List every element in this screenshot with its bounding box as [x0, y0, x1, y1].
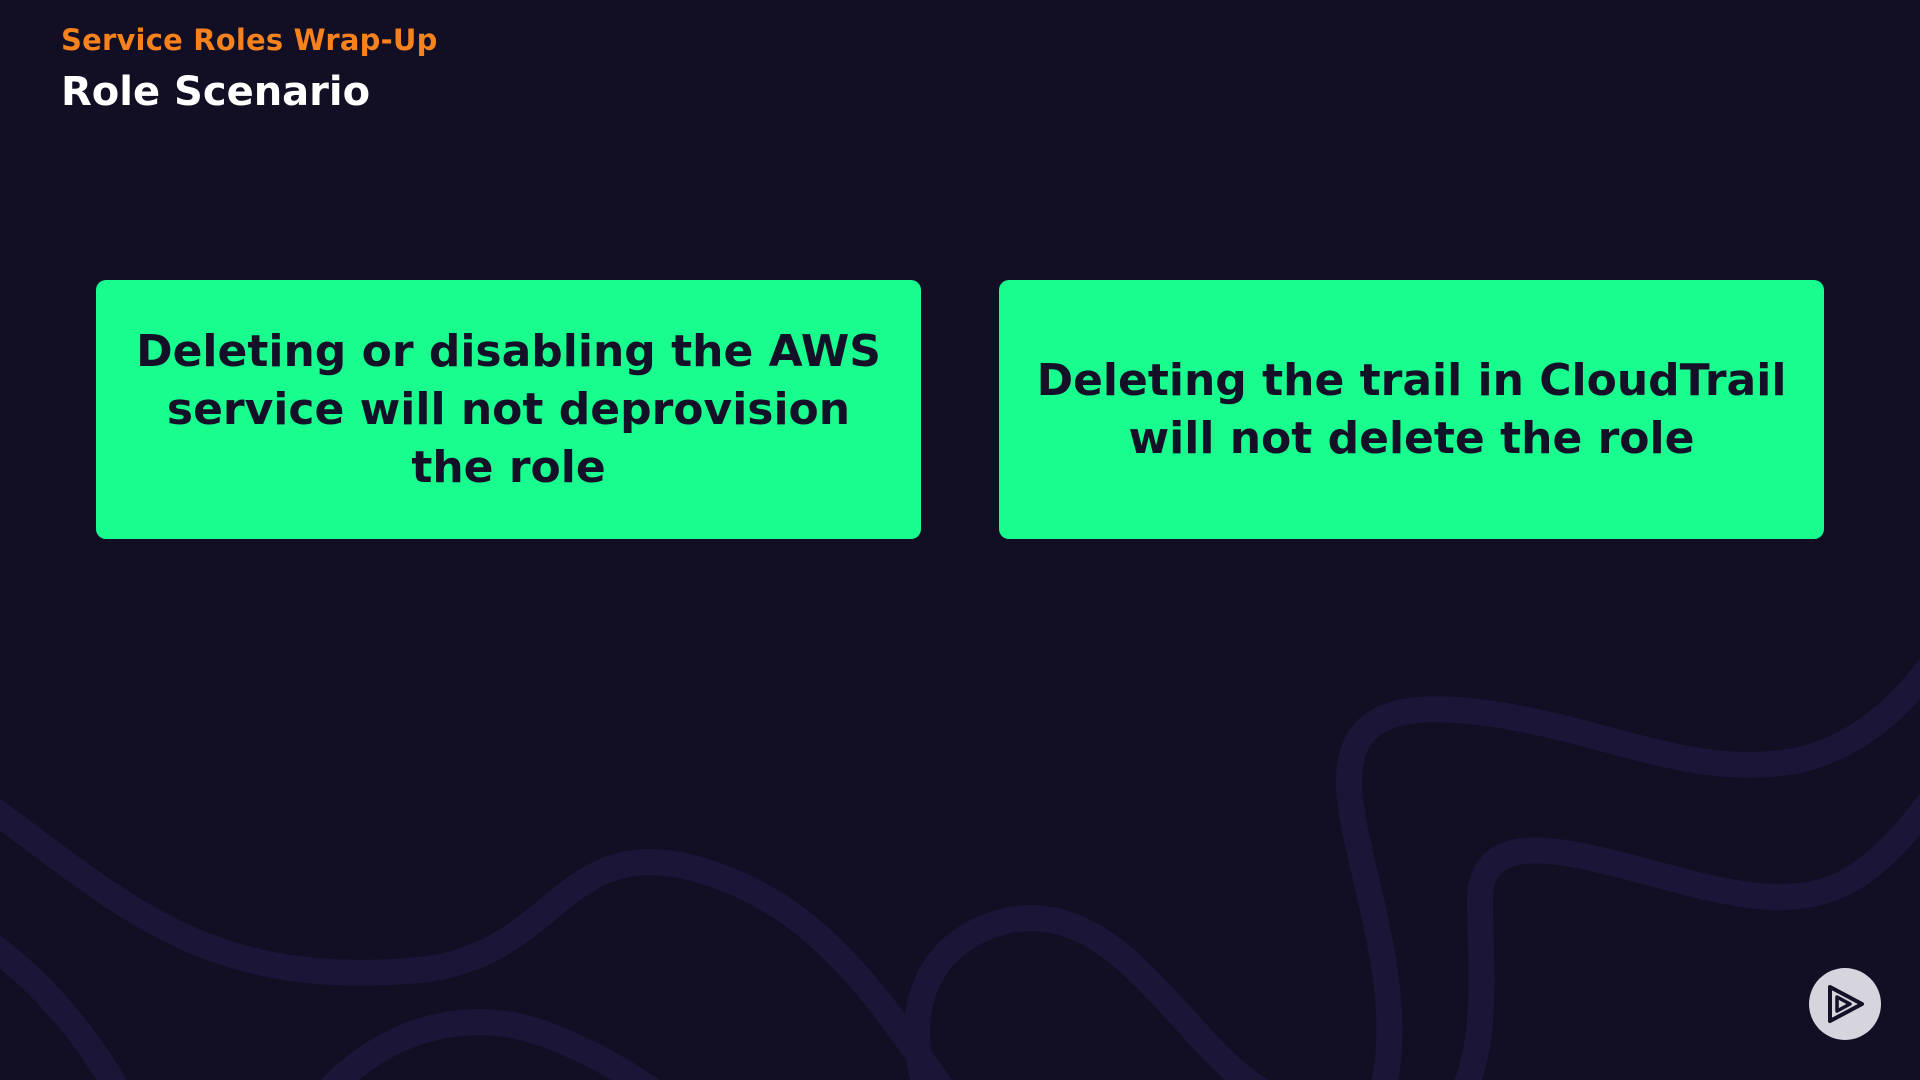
section-subtitle: Service Roles Wrap-Up	[61, 23, 438, 57]
slide-header: Service Roles Wrap-Up Role Scenario	[61, 22, 438, 118]
scenario-card-text: Deleting or disabling the AWS service wi…	[136, 325, 881, 493]
play-logo-button[interactable]	[1809, 968, 1881, 1040]
scenario-card-text: Deleting the trail in CloudTrail will no…	[1036, 354, 1787, 464]
slide-title: Role Scenario	[61, 69, 371, 115]
scenario-card-cloudtrail: Deleting the trail in CloudTrail will no…	[999, 280, 1824, 539]
play-logo-icon	[1828, 985, 1864, 1023]
scenario-card-aws-service: Deleting or disabling the AWS service wi…	[96, 280, 921, 539]
background-wave-decoration	[0, 658, 1920, 1080]
